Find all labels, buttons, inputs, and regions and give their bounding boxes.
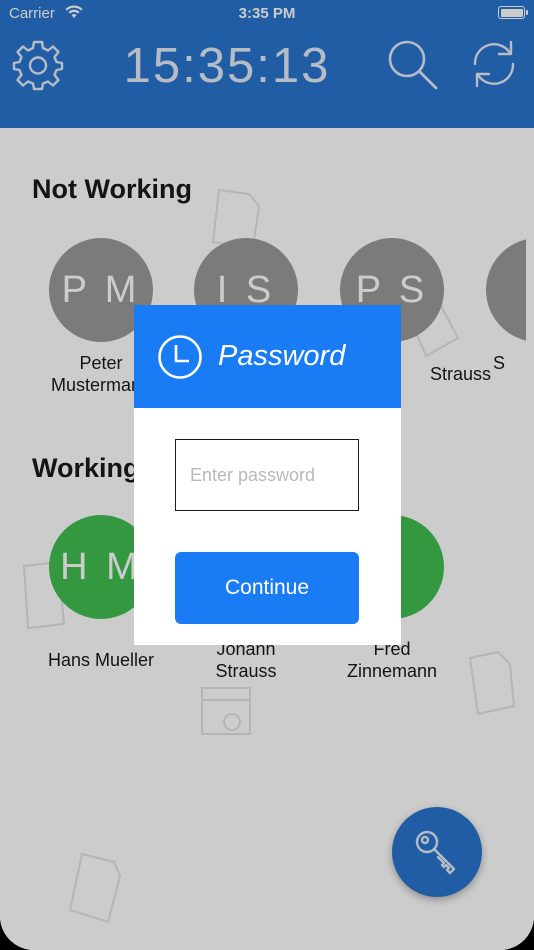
clock-icon [158,334,202,379]
password-field[interactable] [175,439,359,511]
password-dialog: Password Continue [134,305,401,645]
app-screen: Carrier 3:35 PM 15:35:13 Not Working P M… [0,0,534,950]
dialog-title: Password [218,340,346,372]
dialog-header: Password [134,305,401,408]
continue-button[interactable]: Continue [175,552,359,624]
